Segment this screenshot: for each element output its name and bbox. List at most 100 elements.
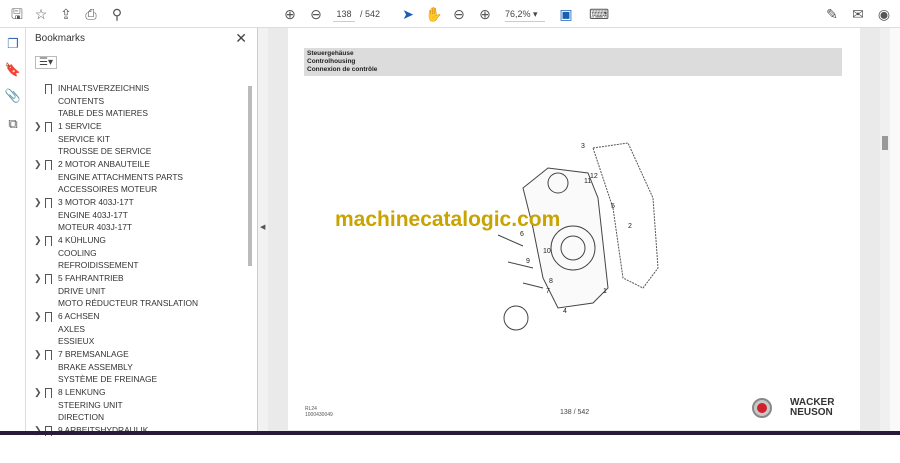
bookmark-icon (45, 312, 52, 322)
prev-page-icon[interactable]: ⊕ (281, 5, 299, 23)
bookmark-options-button[interactable]: ☰▾ (35, 56, 57, 69)
bookmark-label[interactable]: 7 BREMSANLAGE (58, 348, 129, 361)
right-pane (890, 28, 900, 435)
select-icon[interactable]: ➤ (399, 5, 417, 23)
callout-label: 4 (563, 308, 567, 315)
bookmark-label[interactable]: CONTENTS (58, 95, 104, 108)
page-total: / 542 (360, 9, 381, 19)
bookmark-label[interactable]: 8 LENKUNG (58, 386, 105, 399)
bookmark-label[interactable]: TROUSSE DE SERVICE (58, 145, 151, 158)
bookmark-list: INHALTSVERZEICHNIS CONTENTS TABLE DES MATI… (26, 83, 248, 463)
panel-scrollbar[interactable] (248, 86, 252, 266)
bookmark-label[interactable]: 5 FAHRANTRIEB (58, 272, 124, 285)
expand-icon[interactable]: ❯ (34, 159, 42, 170)
hand-icon[interactable]: ✋ (425, 5, 443, 23)
bookmark-item[interactable]: ❯ 7 BREMSANLAGE BRAKE ASSEMBLY SYSTÈME DE F… (26, 349, 248, 387)
callout-label: 11 (584, 178, 591, 185)
bookmark-label[interactable]: SYSTÈME DE FREINAGE (58, 373, 157, 386)
bookmark-label[interactable]: DRIVE UNIT (58, 285, 105, 298)
scroll-thumb[interactable] (882, 136, 888, 150)
bookmark-item[interactable]: ❯ 8 LENKUNG STEERING UNIT DIRECTION (26, 387, 248, 425)
bookmark-label[interactable]: 2 MOTOR ANBAUTEILE (58, 158, 150, 171)
account-icon[interactable]: ◉ (875, 5, 893, 23)
attachment-icon[interactable]: 📎 (4, 88, 22, 106)
bookmark-item[interactable]: ❯ 6 ACHSEN AXLES ESSIEUX (26, 311, 248, 349)
callout-label: 3 (581, 143, 585, 150)
save-icon[interactable]: 🖫 (8, 5, 26, 23)
wacker-logo (752, 398, 772, 418)
bookmark-label[interactable]: MOTEUR 403J-17T (58, 221, 132, 234)
toolbar: 🖫 ☆ ⇪ ⎙ ⚲ ⊕ ⊖ 138 / 542 ➤ ✋ ⊖ ⊕ 76,2% ▾ … (0, 0, 900, 28)
panel-divider[interactable]: ◀ (258, 28, 268, 435)
watermark: machinecatalogic.com (335, 208, 561, 231)
bookmark-label[interactable]: TABLE DES MATIERES (58, 107, 148, 120)
bookmark-label[interactable]: 6 ACHSEN (58, 310, 99, 323)
star-icon[interactable]: ☆ (32, 5, 50, 23)
callout-label: 10 (543, 248, 551, 255)
expand-icon[interactable]: ❯ (34, 349, 42, 360)
collapse-icon[interactable]: ◀ (260, 223, 265, 231)
bookmark-icon[interactable]: 🔖 (4, 62, 22, 80)
expand-icon[interactable]: ❯ (34, 197, 42, 208)
bookmark-label[interactable]: MOTO RÉDUCTEUR TRANSLATION (58, 297, 198, 310)
bookmark-item[interactable]: INHALTSVERZEICHNIS CONTENTS TABLE DES MATI… (26, 83, 248, 121)
page-number: 138 / 542 (560, 409, 590, 416)
bookmark-icon (45, 198, 52, 208)
bookmark-label[interactable]: ENGINE ATTACHMENTS PARTS (58, 171, 183, 184)
callout-label: 8 (549, 278, 553, 285)
page-number-input[interactable]: 138 (333, 6, 355, 22)
callout-label: 7 (546, 288, 550, 295)
expand-icon[interactable]: ❯ (34, 387, 42, 398)
next-page-icon[interactable]: ⊖ (307, 5, 325, 23)
footer-info: RL24 1000430049 (305, 406, 333, 418)
bookmark-item[interactable]: ❯ 5 FAHRANTRIEB DRIVE UNIT MOTO RÉDUCTEUR T… (26, 273, 248, 311)
bookmark-label[interactable]: AXLES (58, 323, 85, 336)
bookmarks-panel: Bookmarks ✕ ☰▾ INHALTSVERZEICHNIS CONTENT… (26, 28, 258, 436)
read-mode-icon[interactable]: ⌨ (589, 5, 609, 23)
header-fr: Connexion de contrôle (307, 66, 378, 73)
bookmark-item[interactable]: ❯ 3 MOTOR 403J-17T ENGINE 403J-17T MOTEUR 4… (26, 197, 248, 235)
zoom-select[interactable]: 76,2% ▾ (505, 6, 545, 22)
bookmark-label[interactable]: 3 MOTOR 403J-17T (58, 196, 134, 209)
layers-icon[interactable]: ⧉ (4, 116, 22, 134)
bookmark-label[interactable]: BRAKE ASSEMBLY (58, 361, 133, 374)
pages-icon[interactable]: ❐ (4, 36, 22, 54)
bookmark-label[interactable]: ACCESSOIRES MOTEUR (58, 183, 157, 196)
expand-icon[interactable]: ❯ (34, 311, 42, 322)
mail-icon[interactable]: ✉ (849, 5, 867, 23)
bookmark-item[interactable]: ❯ 1 SERVICE SERVICE KIT TROUSSE DE SERVICE (26, 121, 248, 159)
callout-label: 6 (520, 231, 524, 238)
bookmark-icon (45, 236, 52, 246)
bookmark-label[interactable]: INHALTSVERZEICHNIS (58, 82, 149, 95)
fit-page-icon[interactable]: ▣ (557, 5, 575, 23)
brand-name: WACKER NEUSON (790, 397, 835, 418)
callout-label: 9 (526, 258, 530, 265)
zoom-out-icon[interactable]: ⊖ (450, 5, 468, 23)
bookmark-label[interactable]: STEERING UNIT (58, 399, 123, 412)
footer-code: 1000430049 (305, 412, 333, 418)
bookmark-label[interactable]: REFROIDISSEMENT (58, 259, 139, 272)
expand-icon[interactable]: ❯ (34, 235, 42, 246)
bookmark-icon (45, 160, 52, 170)
zoom-in-icon[interactable]: ⊕ (476, 5, 494, 23)
expand-icon[interactable]: ❯ (34, 121, 42, 132)
expand-icon[interactable]: ❯ (34, 273, 42, 284)
search-icon[interactable]: ⚲ (108, 5, 126, 23)
upload-icon[interactable]: ⇪ (57, 5, 75, 23)
bookmark-label[interactable]: 4 KÜHLUNG (58, 234, 106, 247)
bookmark-label[interactable]: COOLING (58, 247, 97, 260)
bookmark-label[interactable]: ESSIEUX (58, 335, 94, 348)
sign-icon[interactable]: ✎ (823, 5, 841, 23)
bookmark-item[interactable]: ❯ 4 KÜHLUNG COOLING REFROIDISSEMENT (26, 235, 248, 273)
pdf-page: Steuergehäuse Controlhousing Connexion d… (288, 28, 860, 430)
print-icon[interactable]: ⎙ (82, 5, 100, 23)
bookmark-label[interactable]: DIRECTION (58, 411, 104, 424)
bookmark-label[interactable]: ENGINE 403J-17T (58, 209, 128, 222)
document-scrollbar[interactable] (880, 28, 890, 435)
close-icon[interactable]: ✕ (235, 30, 247, 47)
bookmark-label[interactable]: SERVICE KIT (58, 133, 110, 146)
bookmark-item[interactable]: ❯ 2 MOTOR ANBAUTEILE ENGINE ATTACHMENTS PA… (26, 159, 248, 197)
document-view: Steuergehäuse Controlhousing Connexion d… (268, 28, 880, 435)
bookmark-label[interactable]: 1 SERVICE (58, 120, 102, 133)
callout-label: 1 (603, 288, 607, 295)
